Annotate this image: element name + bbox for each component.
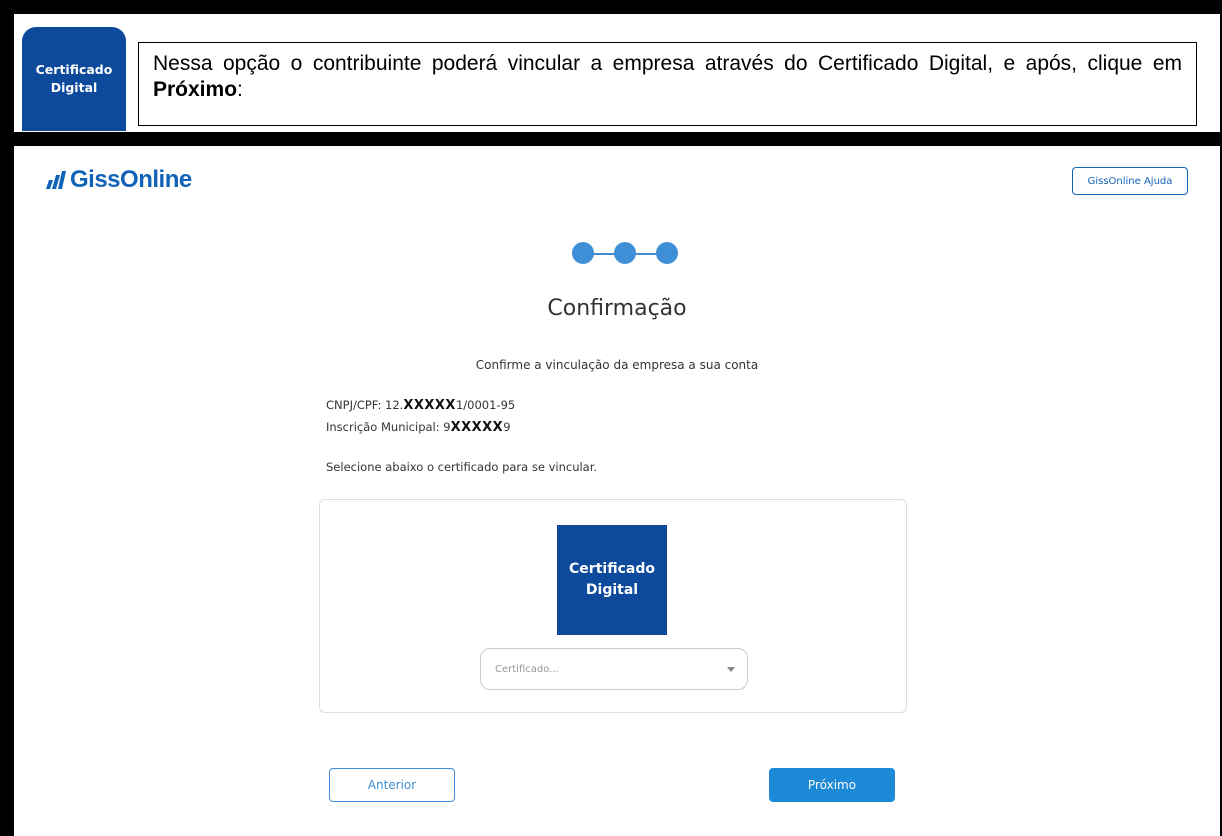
page-subtitle: Confirme a vinculação da empresa a sua c… (475, 358, 759, 372)
callout-end: : (237, 78, 243, 101)
certificado-digital-logo: Certificado Digital (557, 525, 667, 635)
cnpj-mask: XXXXX (403, 398, 456, 413)
step-1-indicator (572, 242, 594, 264)
callout-text: Nessa opção o contribuinte poderá vincul… (153, 52, 1182, 75)
select-instruction: Selecione abaixo o certificado para se v… (326, 460, 598, 474)
wizard-steps (572, 242, 678, 266)
inscricao-label: Inscrição Municipal: 9 (326, 420, 451, 434)
cnpj-suffix: 1/0001-95 (455, 398, 516, 412)
inscricao-line: Inscrição Municipal: 9XXXXX9 (326, 420, 511, 435)
step-3-indicator (656, 242, 678, 264)
chevron-down-icon (727, 666, 735, 672)
certificado-digital-badge: Certificado Digital (22, 27, 126, 131)
page-title: Confirmação (547, 296, 687, 321)
cnpj-label: CNPJ/CPF: 12. (326, 398, 404, 412)
help-button[interactable]: GissOnline Ajuda (1072, 167, 1188, 195)
app-screen: GissOnline GissOnline Ajuda Confirmação … (14, 146, 1220, 836)
badge-line2: Digital (50, 80, 98, 95)
inscricao-suffix: 9 (503, 420, 511, 434)
logo-bars-icon (46, 171, 66, 189)
inscricao-mask: XXXXX (450, 420, 504, 435)
step-2-indicator (614, 242, 636, 264)
select-placeholder: Certificado... (495, 663, 559, 675)
certificate-select[interactable]: Certificado... (480, 648, 748, 690)
badge-line1: Certificado (35, 62, 113, 77)
logo-text: GissOnline (70, 166, 192, 193)
cert-logo-line1: Certificado (569, 561, 655, 577)
certificate-card: Certificado Digital Certificado... (319, 499, 907, 713)
previous-button[interactable]: Anterior (329, 768, 455, 802)
next-button[interactable]: Próximo (769, 768, 895, 802)
cert-logo-line2: Digital (585, 582, 639, 598)
gissonline-logo[interactable]: GissOnline (44, 166, 192, 194)
instruction-callout: Nessa opção o contribuinte poderá vincul… (138, 42, 1197, 126)
callout-bold-text: Próximo (153, 78, 238, 101)
cnpj-line: CNPJ/CPF: 12.XXXXX1/0001-95 (326, 398, 515, 413)
